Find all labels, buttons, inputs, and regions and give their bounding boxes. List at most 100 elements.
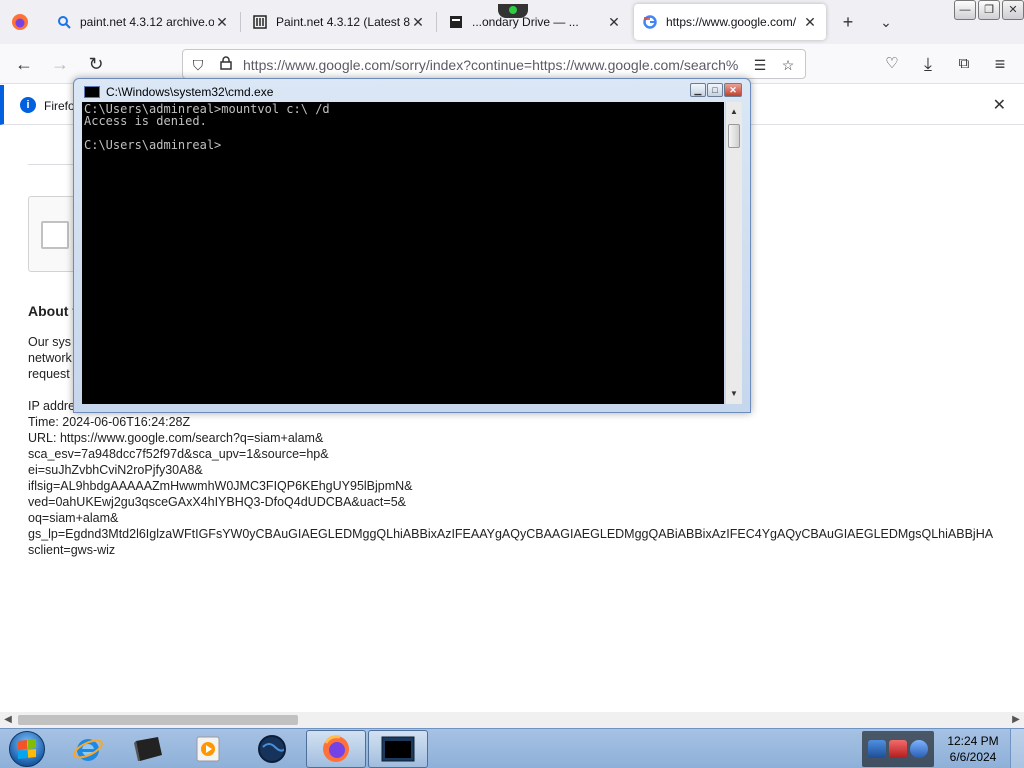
close-tab-icon[interactable]: ✕: [214, 14, 230, 30]
cmd-icon: [84, 86, 100, 98]
close-notification-icon[interactable]: ✕: [993, 95, 1006, 115]
url-line: gs_lp=Egdnd3Mtd2l6IglzaWFtIGFsYW0yCBAuGI…: [28, 527, 994, 541]
taskbar-clock[interactable]: 12:24 PM 6/6/2024: [940, 733, 1006, 765]
page-text-line: IP addre: [28, 399, 76, 413]
start-button[interactable]: [4, 730, 50, 768]
internet-explorer-icon: [73, 739, 103, 761]
scroll-left-icon[interactable]: ◀: [0, 712, 16, 728]
divider: [28, 164, 78, 165]
maximize-button[interactable]: ❐: [978, 0, 1000, 20]
forward-button[interactable]: →: [48, 52, 72, 76]
url-line: oq=siam+alam&: [28, 511, 119, 525]
firefox-view-button[interactable]: [8, 10, 32, 34]
library-icon: [252, 14, 268, 30]
windows-logo-icon: [18, 739, 36, 759]
cmd-scrollbar[interactable]: ▲ ▼: [725, 102, 742, 404]
tab-strip: paint.net 4.3.12 archive.or ✕ Paint.net …: [0, 0, 1024, 44]
list-all-tabs-button[interactable]: ⌄: [874, 10, 898, 34]
close-tab-icon[interactable]: ✕: [606, 14, 622, 30]
pocket-icon[interactable]: ♡: [880, 52, 904, 76]
scrollbar-thumb[interactable]: [18, 715, 298, 725]
tab-label: paint.net 4.3.12 archive.or: [80, 15, 214, 29]
cmd-line: Access is denied.: [84, 114, 207, 128]
url-text: https://www.google.com/sorry/index?conti…: [243, 57, 739, 73]
cmd-window[interactable]: C:\Windows\system32\cmd.exe ▁ □ ✕ C:\Use…: [73, 78, 751, 413]
back-button[interactable]: ←: [12, 52, 36, 76]
cmd-maximize-button[interactable]: □: [707, 83, 723, 97]
reader-view-icon[interactable]: ☰: [751, 56, 769, 74]
page-icon: [448, 14, 464, 30]
page-text-line: network: [28, 351, 72, 365]
url-line: ei=suJhZvbhCviN2roPjfy30A8&: [28, 463, 203, 477]
cmd-close-button[interactable]: ✕: [724, 83, 742, 97]
globe-icon: [258, 735, 286, 763]
downloads-icon[interactable]: ⤓: [916, 52, 940, 76]
scroll-right-icon[interactable]: ▶: [1008, 712, 1024, 728]
url-line: sclient=gws-wiz: [28, 543, 116, 557]
close-tab-icon[interactable]: ✕: [410, 14, 426, 30]
url-bar[interactable]: ⛉ https://www.google.com/sorry/index?con…: [182, 49, 806, 79]
close-button[interactable]: ✕: [1002, 0, 1024, 20]
cmd-minimize-button[interactable]: ▁: [690, 83, 706, 97]
firefox-icon: [12, 14, 28, 30]
media-player-icon: [196, 736, 220, 762]
show-desktop-button[interactable]: [1010, 729, 1024, 768]
cmd-console[interactable]: C:\Users\adminreal>mountvol c:\ /d Acces…: [82, 102, 724, 404]
notification-text: Firefo: [44, 99, 75, 113]
horizontal-scrollbar[interactable]: ◀ ▶: [0, 712, 1024, 728]
bookmark-star-icon[interactable]: ☆: [779, 56, 797, 74]
system-tray[interactable]: [862, 731, 934, 767]
scroll-up-icon[interactable]: ▲: [726, 104, 742, 120]
cmd-window-controls: ▁ □ ✕: [690, 83, 742, 97]
shield-icon[interactable]: ⛉: [189, 56, 207, 74]
menu-icon[interactable]: ≡: [988, 52, 1012, 76]
cmd-title-bar[interactable]: C:\Windows\system32\cmd.exe: [84, 83, 273, 101]
cmd-scrollbar-thumb[interactable]: [728, 124, 740, 148]
taskbar-terminal-app[interactable]: [118, 730, 178, 768]
tab-label: ...ondary Drive — ...: [472, 15, 579, 29]
taskbar-cmd[interactable]: [368, 730, 428, 768]
taskbar-globe-app[interactable]: [242, 730, 302, 768]
cmd-prompt: C:\Users\adminreal>: [84, 138, 222, 152]
tab-google[interactable]: https://www.google.com/ ✕: [634, 4, 826, 40]
clock-time: 12:24 PM: [947, 734, 999, 748]
new-tab-button[interactable]: +: [836, 10, 860, 34]
tab-secondary-drive[interactable]: ...ondary Drive — ... ✕: [440, 4, 630, 40]
minimize-button[interactable]: —: [954, 0, 976, 20]
terminal-app-icon: [134, 737, 162, 761]
url-line: sca_esv=7a948dcc7f52f97d&sca_upv=1&sourc…: [28, 447, 329, 461]
search-icon: [56, 14, 72, 30]
recaptcha-checkbox[interactable]: [41, 221, 69, 249]
clock-date: 6/6/2024: [949, 750, 997, 764]
reload-button[interactable]: ↻: [84, 52, 108, 76]
window-controls: — ❐ ✕: [954, 0, 1024, 20]
floating-toolbar-icon: [498, 4, 528, 18]
close-tab-icon[interactable]: ✕: [802, 14, 818, 30]
page-text-line: Our sys: [28, 335, 72, 349]
network-icon[interactable]: [888, 740, 907, 758]
cmd-title: C:\Windows\system32\cmd.exe: [106, 85, 274, 99]
about-heading: About t: [28, 303, 77, 319]
taskbar-internet-explorer[interactable]: [58, 730, 118, 768]
tab-label: Paint.net 4.3.12 (Latest 8.1: [276, 15, 410, 29]
url-line: URL: https://www.google.com/search?q=sia…: [28, 431, 324, 445]
tab-separator: [436, 12, 437, 32]
tab-paintnet-archive[interactable]: paint.net 4.3.12 archive.or ✕: [48, 4, 238, 40]
scroll-down-icon[interactable]: ▼: [726, 386, 742, 402]
info-icon: i: [20, 97, 36, 113]
tab-label: https://www.google.com/: [666, 15, 797, 29]
firefox-icon: [323, 735, 349, 762]
security-shield-icon[interactable]: [867, 740, 886, 758]
tab-paintnet-latest[interactable]: Paint.net 4.3.12 (Latest 8.1 ✕: [244, 4, 434, 40]
tab-separator: [240, 12, 241, 32]
taskbar-firefox[interactable]: [306, 730, 366, 768]
url-line: ved=0ahUKEwj2gu3qsceGAxX4hIYBHQ3-DfoQ4dU…: [28, 495, 406, 509]
extensions-icon[interactable]: ⧉: [952, 52, 976, 76]
google-icon: [642, 14, 658, 30]
volume-icon[interactable]: [910, 740, 929, 758]
lock-icon[interactable]: [217, 56, 235, 74]
taskbar: 12:24 PM 6/6/2024: [0, 728, 1024, 768]
cmd-icon: [381, 736, 415, 762]
taskbar-media-player[interactable]: [178, 730, 238, 768]
time-line: Time: 2024-06-06T16:24:28Z: [28, 415, 191, 429]
